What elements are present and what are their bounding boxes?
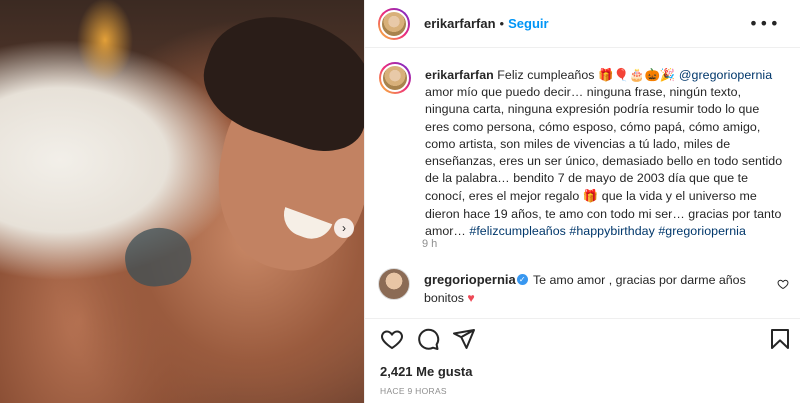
likes-count[interactable]: 2,421 Me gusta [380, 364, 473, 379]
comment-body: Te amo amor , gracias por darme años [532, 273, 746, 287]
caption-line: amor mío que puedo decir… ninguna frase,… [425, 85, 742, 100]
caption-username[interactable]: erikarfarfan [425, 68, 494, 82]
more-options-icon[interactable]: ••• [743, 13, 786, 34]
chevron-right-icon: › [342, 221, 346, 235]
caption-avatar[interactable] [379, 62, 411, 94]
caption-line: conocí, eres el mejor regalo [425, 189, 583, 204]
caption-timestamp[interactable]: 9 h [422, 238, 437, 250]
mention-link[interactable]: @gregoriopernia [679, 68, 772, 82]
post-header: erikarfarfan • Seguir ••• [365, 0, 800, 48]
commenter-avatar[interactable] [378, 268, 410, 300]
caption-line: de la palabra… bendito 7 de mayo de 2003… [425, 171, 749, 186]
author-username[interactable]: erikarfarfan [424, 16, 496, 31]
heart-icon[interactable] [380, 327, 404, 351]
post-actions: 2,421 Me gusta HACE 9 HORAS [364, 318, 800, 403]
comment-text: gregoriopernia ✓ Te amo amor , gracias po… [424, 271, 754, 307]
comment-icon[interactable] [416, 327, 440, 351]
caption-line: como artista, son miles de vivencias a t… [425, 136, 731, 151]
red-heart-emoji: ♥ [467, 290, 475, 305]
commenter-username[interactable]: gregoriopernia [424, 272, 516, 287]
hashtag-link[interactable]: #happybirthday [569, 224, 654, 238]
bookmark-icon[interactable] [768, 327, 792, 351]
comment-body-2: bonitos [424, 290, 468, 305]
caption-line: dieron hace 19 años, te amo con todo mi … [425, 206, 782, 221]
gift-emoji: 🎁 [582, 188, 599, 204]
caption-line: enseñanzas, eres un ser único, demasiado… [425, 154, 783, 169]
follow-button[interactable]: Seguir [508, 16, 548, 31]
post-date[interactable]: HACE 9 HORAS [380, 386, 447, 396]
hashtag-link[interactable]: #gregoriopernia [658, 224, 746, 238]
caption-intro: Feliz cumpleaños [497, 68, 599, 82]
separator-dot: • [499, 16, 505, 31]
caption-line: que la vida y el universo me [598, 189, 757, 204]
carousel-next-button[interactable]: › [334, 218, 354, 238]
caption-line: ninguna carta, ninguna expresión podría … [425, 102, 760, 117]
caption-text: erikarfarfan Feliz cumpleaños 🎁🎈🎂🎃🎉 @gre… [425, 66, 787, 240]
caption-line: amor… [425, 223, 470, 238]
comment-like-icon[interactable] [777, 278, 789, 293]
caption-line: eres como persona, cómo esposo, cómo pap… [425, 119, 761, 134]
post-photo[interactable]: › [0, 0, 364, 403]
author-avatar[interactable] [378, 8, 410, 40]
verified-badge-icon: ✓ [516, 274, 528, 286]
caption-emojis: 🎁🎈🎂🎃🎉 [598, 67, 676, 82]
hashtag-link[interactable]: #felizcumpleaños [469, 224, 566, 238]
send-icon[interactable] [452, 327, 476, 351]
